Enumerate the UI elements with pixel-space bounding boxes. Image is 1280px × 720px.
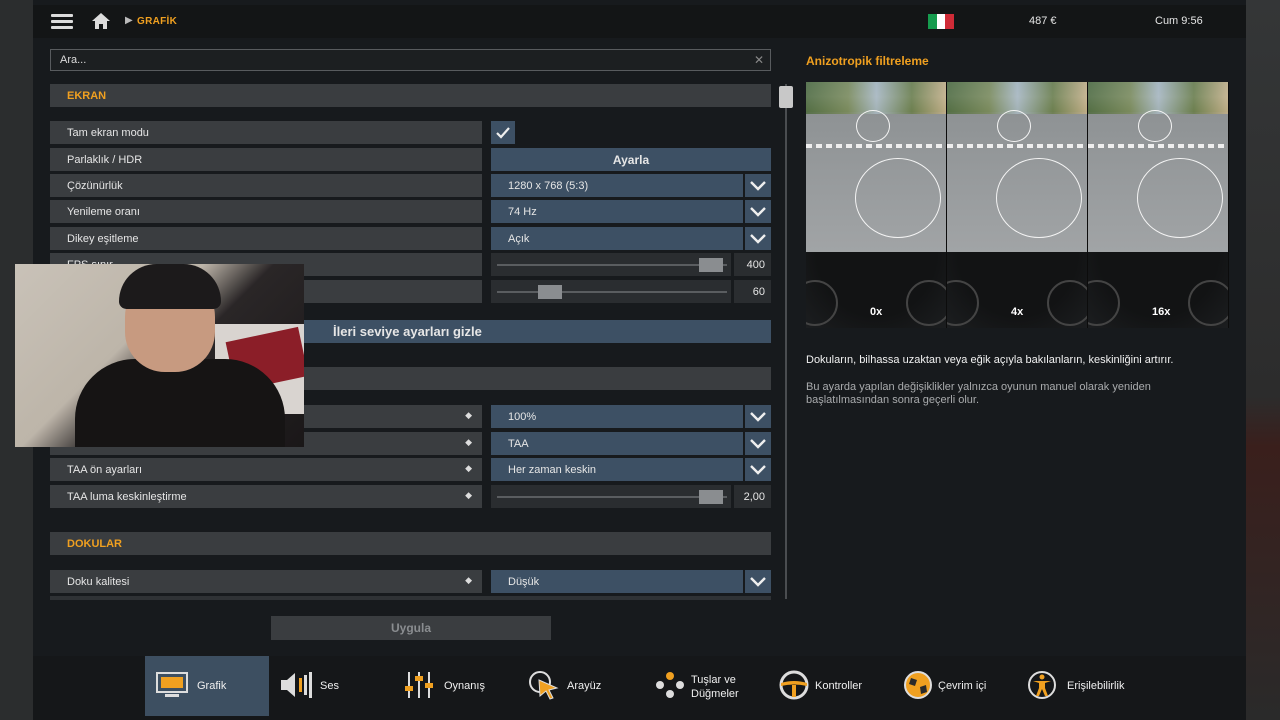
- setting-row-vsync: Dikey eşitleme Açık: [50, 227, 771, 250]
- home-icon[interactable]: [91, 11, 111, 31]
- setting-label: Parlaklık / HDR: [50, 148, 482, 171]
- setting-label: TAA ön ayarları ◆: [50, 458, 482, 481]
- scrollbar-track[interactable]: [785, 84, 787, 599]
- preview-panel-4x: 4x: [947, 82, 1088, 328]
- slider-value: 400: [734, 253, 771, 276]
- fps-cap-slider[interactable]: [491, 253, 731, 276]
- adjust-brightness-button[interactable]: Ayarla: [491, 148, 771, 171]
- right-background-edge: [1246, 0, 1280, 720]
- speaker-icon: [281, 672, 312, 698]
- chevron-down-icon[interactable]: [745, 227, 771, 250]
- diamond-icon: ◆: [465, 463, 472, 473]
- diamond-icon: ◆: [465, 410, 472, 420]
- setting-label: TAA luma keskinleştirme ◆: [50, 485, 482, 508]
- setting-row-taa-preset: TAA ön ayarları ◆ Her zaman keskin: [50, 458, 771, 481]
- setting-label: Dikey eşitleme: [50, 227, 482, 250]
- cursor-icon: [529, 671, 559, 700]
- search-input[interactable]: [51, 50, 770, 70]
- slider-value: 60: [734, 280, 771, 303]
- nav-item-grafik[interactable]: Grafik: [145, 656, 269, 716]
- refresh-rate-dropdown[interactable]: 74 Hz: [491, 200, 743, 223]
- section-header-dokular: DOKULAR: [50, 532, 771, 555]
- setting-row-taa-luma: TAA luma keskinleştirme ◆ 2,00: [50, 485, 771, 508]
- setting-row-fullscreen: Tam ekran modu: [50, 121, 771, 144]
- setting-row-texture-quality: Doku kalitesi ◆ Düşük: [50, 570, 771, 593]
- preview-label: 4x: [1011, 306, 1024, 318]
- chevron-down-icon[interactable]: [745, 200, 771, 223]
- chevron-down-icon[interactable]: [745, 570, 771, 593]
- section-header-ekran: EKRAN: [50, 84, 771, 107]
- texture-quality-dropdown[interactable]: Düşük: [491, 570, 743, 593]
- clear-search-icon[interactable]: ✕: [754, 53, 764, 67]
- setting-label: Doku kalitesi ◆: [50, 570, 482, 593]
- chevron-down-icon[interactable]: [745, 458, 771, 481]
- vsync-dropdown[interactable]: Açık: [491, 227, 743, 250]
- antialiasing-dropdown[interactable]: TAA: [491, 432, 743, 455]
- menu-icon[interactable]: [51, 14, 73, 30]
- breadcrumb-arrow-icon: ▶: [125, 15, 133, 26]
- setting-label: Yenileme oranı: [50, 200, 482, 223]
- nav-item-kontroller[interactable]: Kontroller: [767, 656, 891, 716]
- nav-item-tuslar[interactable]: Tuşlar ve Düğmeler: [643, 656, 763, 716]
- gamepad-icon: [656, 672, 684, 698]
- preview-panel-16x: 16x: [1088, 82, 1229, 328]
- accessibility-icon: [1028, 671, 1056, 699]
- slider-handle[interactable]: [538, 285, 563, 299]
- nav-item-ses[interactable]: Ses: [269, 656, 389, 716]
- slider-value: 2,00: [734, 485, 771, 508]
- search-box[interactable]: ✕: [50, 49, 771, 71]
- setting-row-resolution: Çözünürlük 1280 x 768 (5:3): [50, 174, 771, 197]
- taa-luma-slider[interactable]: [491, 485, 731, 508]
- flag-icon: [928, 14, 955, 29]
- steering-wheel-icon: [779, 670, 809, 700]
- diamond-icon: ◆: [465, 490, 472, 500]
- info-description: Dokuların, bilhassa uzaktan veya eğik aç…: [806, 354, 1174, 366]
- chevron-down-icon[interactable]: [745, 432, 771, 455]
- setting-row-refresh-rate: Yenileme oranı 74 Hz: [50, 200, 771, 223]
- info-title: Anizotropik filtreleme: [806, 54, 929, 68]
- resolution-dropdown[interactable]: 1280 x 768 (5:3): [491, 174, 743, 197]
- breadcrumb: GRAFİK: [137, 16, 178, 27]
- nav-item-oynanis[interactable]: Oynanış: [393, 656, 513, 716]
- preview-label: 16x: [1152, 306, 1171, 318]
- info-note: Bu ayarda yapılan değişiklikler yalnızca…: [806, 381, 1151, 406]
- monitor-icon: [156, 672, 188, 697]
- slider-handle[interactable]: [698, 258, 723, 272]
- nav-item-arayuz[interactable]: Arayüz: [517, 656, 637, 716]
- next-row-edge: [50, 596, 771, 600]
- nav-item-cevrimici[interactable]: Çevrim içi: [891, 656, 1015, 716]
- slider-handle[interactable]: [698, 490, 723, 504]
- setting-label: Çözünürlük: [50, 174, 482, 197]
- fov-slider[interactable]: [491, 280, 731, 303]
- anisotropic-preview-image: 0x 4x 16x: [806, 82, 1230, 328]
- checkmark-icon: [496, 127, 510, 139]
- apply-button[interactable]: Uygula: [271, 616, 551, 640]
- bottom-nav: Grafik Ses Oynanış Arayüz Tuşlar ve Düğme…: [33, 656, 1246, 720]
- setting-row-brightness: Parlaklık / HDR Ayarla: [50, 148, 771, 171]
- diamond-icon: ◆: [465, 437, 472, 447]
- chevron-down-icon[interactable]: [745, 405, 771, 428]
- sliders-icon: [405, 672, 433, 698]
- taa-preset-dropdown[interactable]: Her zaman keskin: [491, 458, 743, 481]
- money-display: 487 €: [1029, 15, 1057, 27]
- globe-icon: [904, 671, 932, 699]
- top-bar: ▶ GRAFİK 487 € Cum 9:56: [33, 5, 1246, 38]
- preview-panel-0x: 0x: [806, 82, 947, 328]
- game-clock: Cum 9:56: [1155, 15, 1203, 27]
- fullscreen-checkbox[interactable]: [491, 121, 515, 144]
- preview-label: 0x: [870, 306, 883, 318]
- nav-item-erisilebilirlik[interactable]: Erişilebilirlik: [1015, 656, 1155, 716]
- scaling-dropdown[interactable]: 100%: [491, 405, 743, 428]
- diamond-icon: ◆: [465, 575, 472, 585]
- scrollbar-thumb[interactable]: [779, 86, 793, 108]
- webcam-overlay: [15, 264, 304, 447]
- chevron-down-icon[interactable]: [745, 174, 771, 197]
- setting-label: Tam ekran modu: [50, 121, 482, 144]
